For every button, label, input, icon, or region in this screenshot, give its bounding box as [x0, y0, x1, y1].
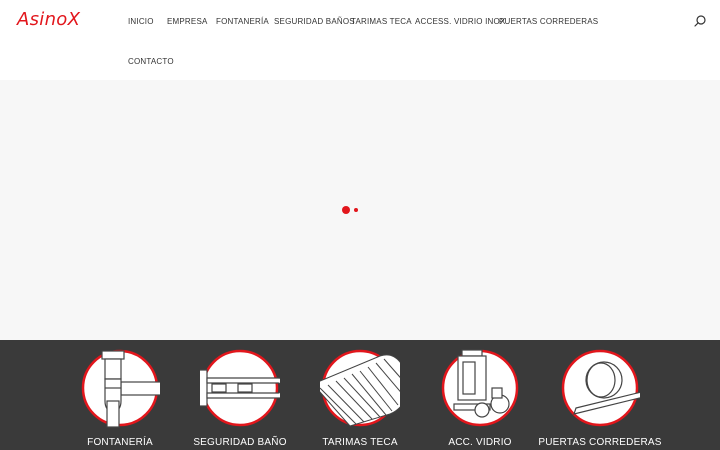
nav-item-contacto[interactable]: CONTACTO	[128, 57, 174, 66]
category-seguridad-bano[interactable]: SEGURIDAD BAÑO	[175, 340, 305, 450]
nav-item-seguridad-banos[interactable]: SEGURIDAD BAÑOS	[274, 17, 355, 26]
nav-item-inicio[interactable]: INICIO	[128, 17, 154, 26]
grab-bar-icon	[194, 348, 287, 428]
category-label: PUERTAS CORREDERAS	[538, 437, 662, 448]
nav-item-access-vidrio-inox[interactable]: ACCESS. VIDRIO INOX	[415, 17, 505, 26]
nav-item-fontaneria[interactable]: FONTANERÍA	[216, 17, 269, 26]
nav-item-empresa[interactable]: EMPRESA	[167, 17, 208, 26]
hero-slider	[0, 80, 720, 340]
teak-mat-icon	[312, 348, 410, 428]
loading-dot-large	[342, 206, 350, 214]
category-label: TARIMAS TECA	[322, 437, 398, 448]
search-icon[interactable]	[693, 13, 707, 27]
loading-dot-small	[354, 208, 358, 212]
nav-item-puertas-correderas[interactable]: PUERTAS CORREDERAS	[499, 17, 598, 26]
sliding-door-wheel-icon	[560, 348, 675, 428]
siphon-icon	[80, 348, 162, 428]
category-strip: FONTANERÍA SEGURIDAD BAÑO TARIMAS TECA A…	[0, 340, 720, 450]
loading-indicator	[342, 206, 362, 214]
category-tarimas-teca[interactable]: TARIMAS TECA	[295, 340, 425, 450]
category-label: FONTANERÍA	[87, 437, 153, 448]
category-puertas-correderas[interactable]: PUERTAS CORREDERAS	[535, 340, 675, 450]
category-label: ACC. VIDRIO	[448, 437, 512, 448]
category-label: SEGURIDAD BAÑO	[193, 437, 287, 448]
category-acc-vidrio[interactable]: ACC. VIDRIO	[415, 340, 545, 450]
category-fontaneria[interactable]: FONTANERÍA	[55, 340, 185, 450]
glass-fittings-icon	[440, 348, 520, 428]
nav-item-tarimas-teca[interactable]: TARIMAS TECA	[351, 17, 412, 26]
site-header: AsinoX INICIO EMPRESA FONTANERÍA SEGURID…	[0, 0, 720, 80]
site-logo[interactable]: AsinoX	[17, 9, 80, 30]
